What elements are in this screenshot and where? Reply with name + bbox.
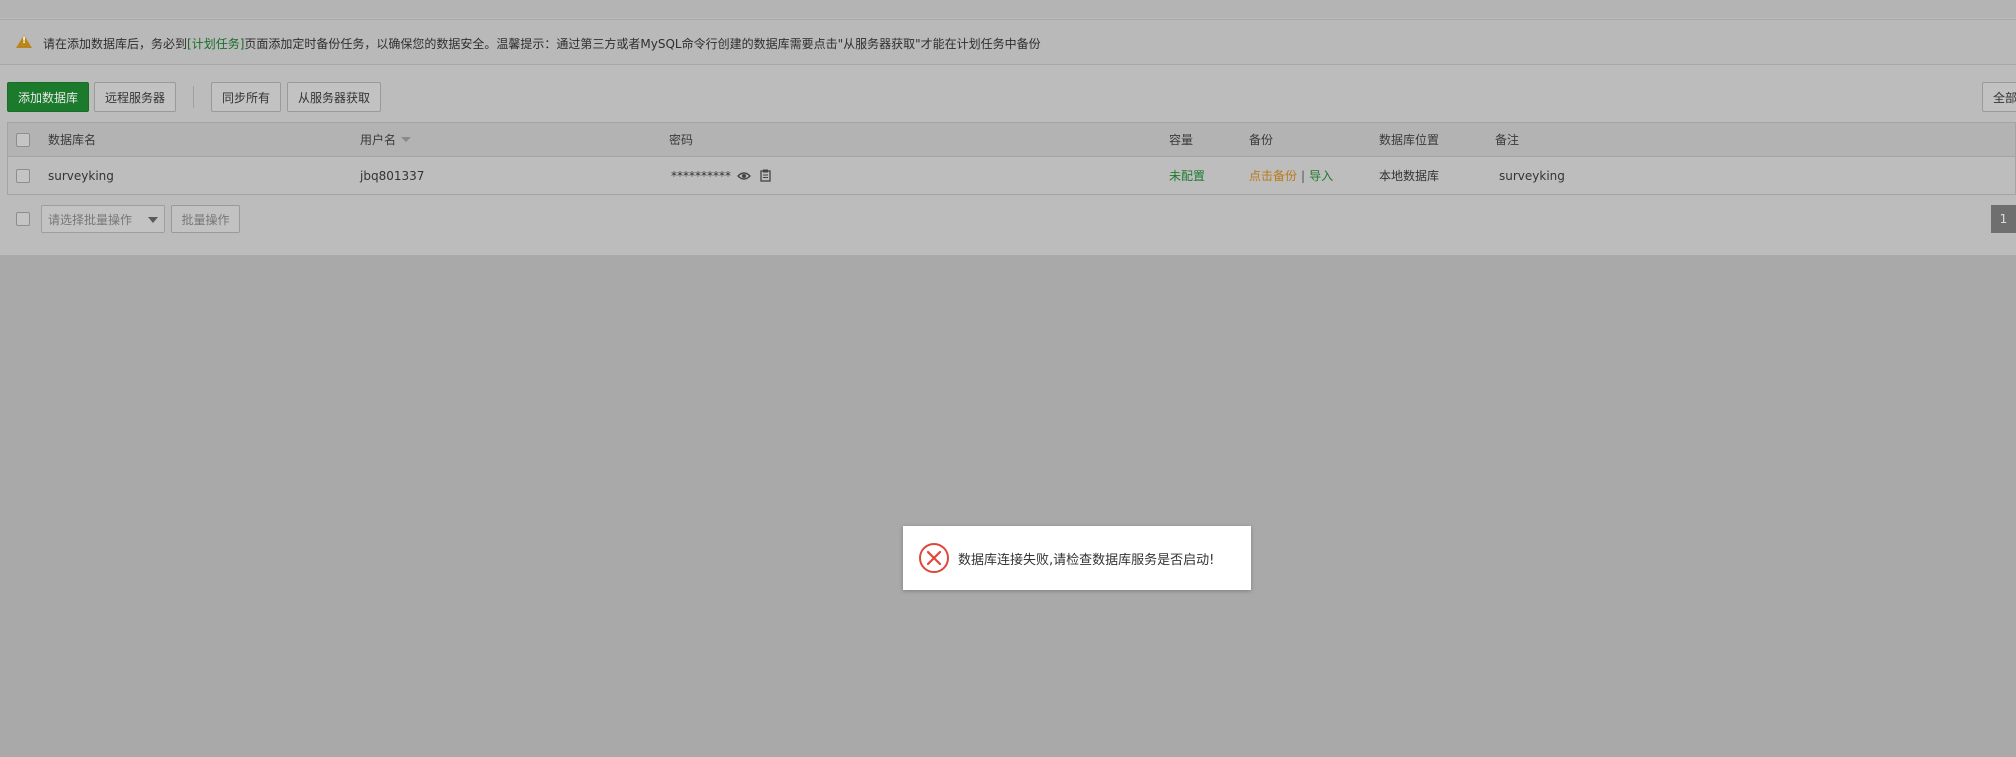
select-all-checkbox[interactable] xyxy=(16,132,30,147)
backup-cell: 点击备份 | 导入 xyxy=(1249,157,1333,194)
copy-icon[interactable] xyxy=(760,169,771,182)
notice-prefix: 请在添加数据库后，务必到 xyxy=(43,37,188,51)
backup-separator: | xyxy=(1301,168,1306,183)
row-checkbox[interactable] xyxy=(16,168,30,183)
pagination-current-page[interactable]: 1 xyxy=(1991,205,2016,233)
table-header: 数据库名 用户名 密码 容量 备份 数据库位置 备注 xyxy=(8,123,2015,157)
error-circle-icon xyxy=(918,542,950,574)
chevron-down-icon xyxy=(148,217,158,223)
top-strip xyxy=(0,0,2016,18)
db-name-cell: surveyking xyxy=(48,168,114,183)
header-note: 备注 xyxy=(1495,133,1520,147)
capacity-status[interactable]: 未配置 xyxy=(1169,157,1205,194)
header-username-cell[interactable]: 用户名 xyxy=(360,123,412,156)
header-db-name: 数据库名 xyxy=(48,133,97,147)
remote-server-button[interactable]: 远程服务器 xyxy=(94,82,176,112)
batch-operation-button[interactable]: 批量操作 xyxy=(171,205,240,233)
sync-all-button[interactable]: 同步所有 xyxy=(211,82,281,112)
batch-select-placeholder: 请选择批量操作 xyxy=(48,212,133,227)
header-location: 数据库位置 xyxy=(1379,133,1440,147)
sort-down-icon[interactable] xyxy=(401,137,412,142)
database-table: 数据库名 用户名 密码 容量 备份 数据库位置 备注 surveyking jb… xyxy=(7,122,2016,195)
notice-suffix: 页面添加定时备份任务，以确保您的数据安全。温馨提示：通过第三方或者MySQL命令… xyxy=(244,37,1041,51)
location-cell: 本地数据库 xyxy=(1379,169,1440,183)
notice-bar: 请在添加数据库后，务必到[计划任务]页面添加定时备份任务，以确保您的数据安全。温… xyxy=(0,19,2016,65)
error-toast: 数据库连接失败,请检查数据库服务是否启动! xyxy=(903,526,1251,590)
eye-icon[interactable] xyxy=(737,171,751,181)
warning-icon xyxy=(16,35,32,48)
header-checkbox-cell xyxy=(16,123,30,156)
add-database-button[interactable]: 添加数据库 xyxy=(7,82,89,112)
username-cell: jbq801337 xyxy=(360,168,425,183)
footer-select-all-checkbox[interactable] xyxy=(16,212,30,226)
database-panel: 请在添加数据库后，务必到[计划任务]页面添加定时备份任务，以确保您的数据安全。温… xyxy=(0,0,2016,255)
row-checkbox-cell xyxy=(16,157,30,194)
select-all-button[interactable]: 全部 xyxy=(1982,82,2016,112)
batch-footer: 请选择批量操作 批量操作 1 xyxy=(0,205,2016,235)
header-backup: 备份 xyxy=(1249,133,1274,147)
note-cell[interactable]: surveyking xyxy=(1499,157,1565,194)
header-password: 密码 xyxy=(669,133,694,147)
notice-text: 请在添加数据库后，务必到[计划任务]页面添加定时备份任务，以确保您的数据安全。温… xyxy=(43,35,1041,52)
password-cell: ********** xyxy=(671,157,771,194)
toolbar-divider xyxy=(193,86,194,108)
import-link[interactable]: 导入 xyxy=(1309,167,1333,184)
batch-action-select[interactable]: 请选择批量操作 xyxy=(41,205,165,233)
table-row: surveyking jbq801337 ********** 未配置 点击备份… xyxy=(8,157,2015,194)
schedule-task-link[interactable]: [计划任务] xyxy=(187,37,244,51)
password-mask: ********** xyxy=(671,168,731,183)
fetch-from-server-button[interactable]: 从服务器获取 xyxy=(287,82,381,112)
backup-link[interactable]: 点击备份 xyxy=(1249,167,1297,184)
header-capacity: 容量 xyxy=(1169,133,1194,147)
toast-message: 数据库连接失败,请检查数据库服务是否启动! xyxy=(958,553,1215,568)
header-username: 用户名 xyxy=(360,133,397,147)
